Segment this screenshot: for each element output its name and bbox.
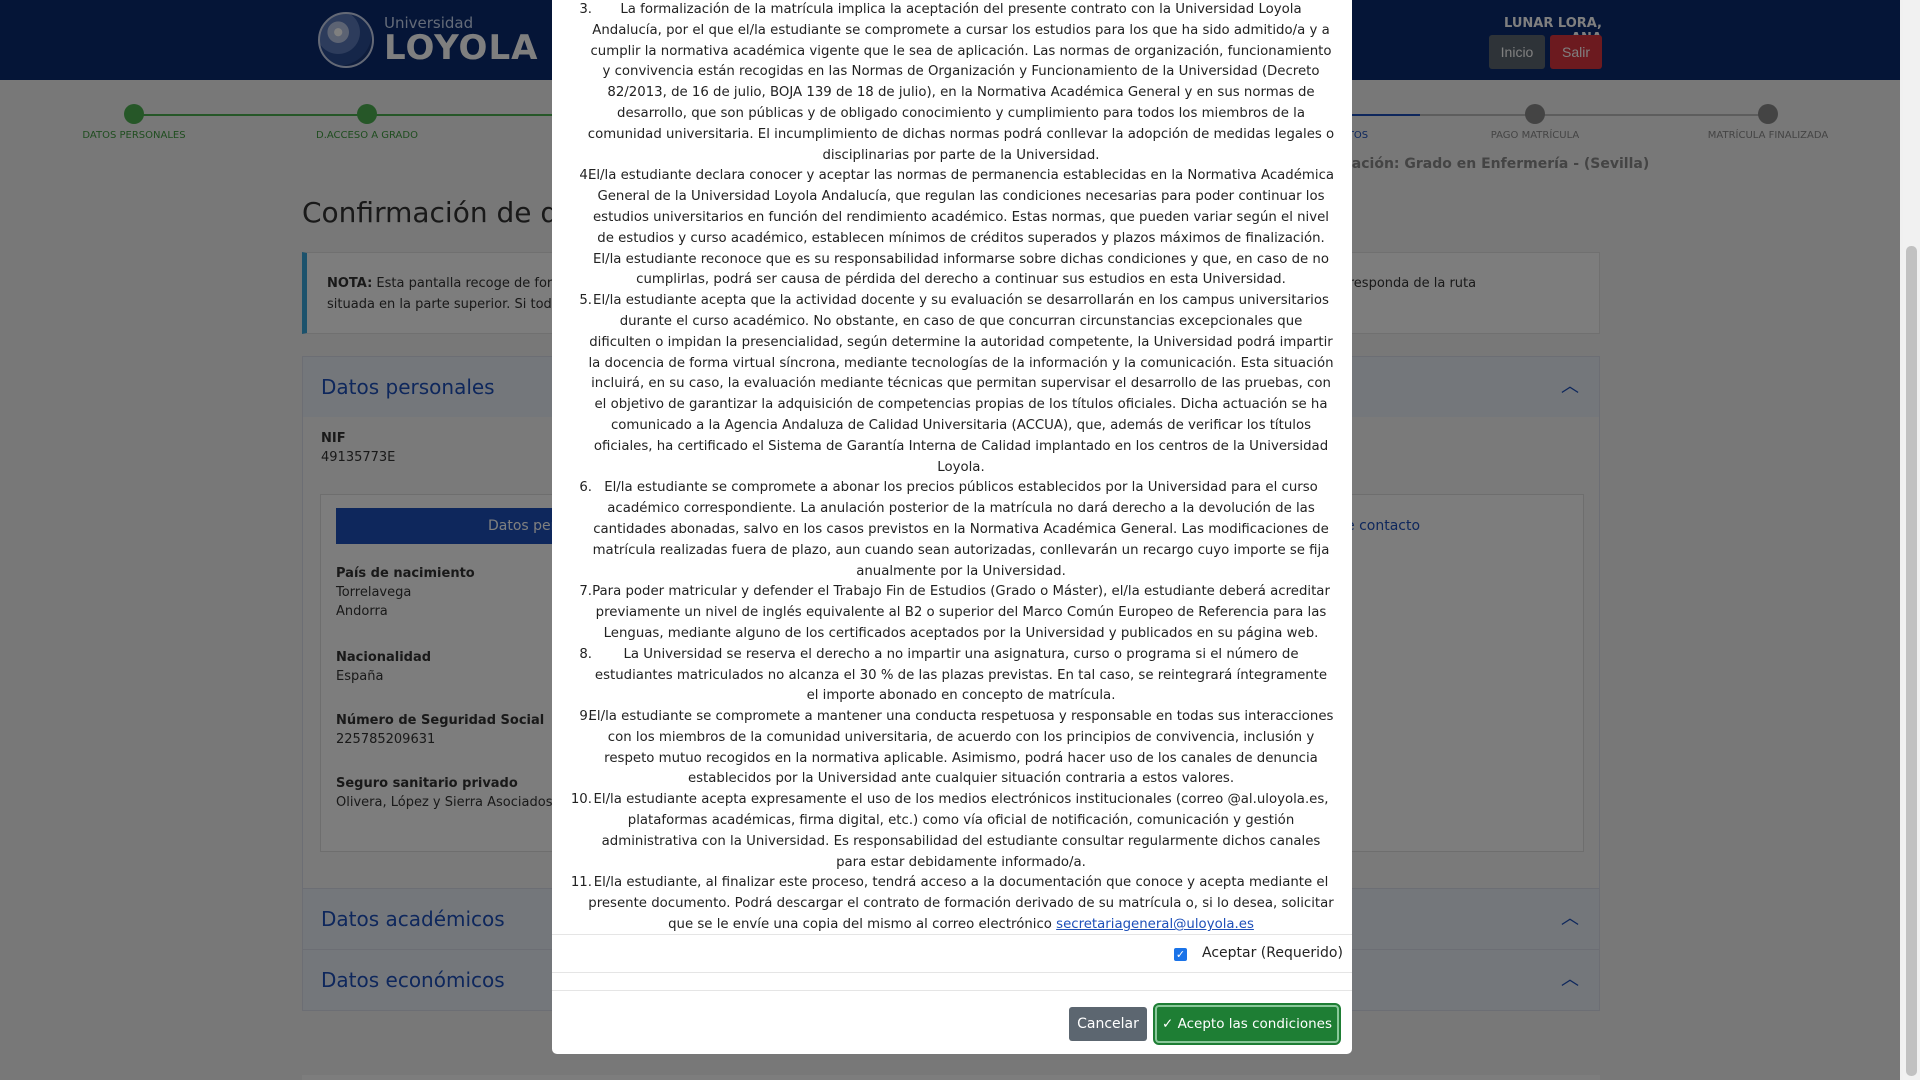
terms-item-text: El/la estudiante acepta que la actividad…	[588, 293, 1334, 475]
terms-item-text: El/la estudiante declara conocer y acept…	[587, 168, 1335, 288]
check-icon: ✓	[1162, 1016, 1174, 1032]
modal-footer: Cancelar ✓ Acepto las condiciones	[552, 990, 1352, 1054]
terms-item: 8. La Universidad se reserva el derecho a…	[552, 645, 1335, 707]
terms-item: 3. La formalización de la matrícula impli…	[552, 0, 1335, 166]
terms-item-text: Para poder matricular y defender el Trab…	[592, 584, 1330, 641]
terms-item-number: 8.	[579, 646, 592, 662]
email-link[interactable]: secretariageneral@uloyola.es	[1056, 917, 1254, 932]
terms-item: 9. El/la estudiante se compromete a mante…	[552, 707, 1335, 790]
terms-item-number: 5.	[579, 293, 592, 309]
terms-item: 10. El/la estudiante acepta expresamente …	[552, 790, 1335, 873]
terms-item-text: El/la estudiante se compromete a abonar …	[592, 480, 1330, 579]
terms-item-number: 6.	[579, 480, 592, 496]
page-scrollbar-thumb[interactable]	[1906, 246, 1917, 1076]
accept-label[interactable]: Aceptar (Requerido)	[1202, 945, 1343, 961]
terms-list: 3. La formalización de la matrícula impli…	[552, 0, 1352, 934]
terms-item-number: 7.	[579, 584, 592, 600]
terms-item: 6. El/la estudiante se compromete a abona…	[552, 478, 1335, 582]
accept-row: ✓ Aceptar (Requerido)	[552, 935, 1352, 973]
terms-item-number: 3.	[579, 2, 592, 17]
cancel-button[interactable]: Cancelar	[1069, 1007, 1147, 1041]
terms-item: 7. Para poder matricular y defender el Tr…	[552, 582, 1335, 644]
terms-item: 4. El/la estudiante declara conocer y ace…	[552, 166, 1335, 291]
terms-item-text: El/la estudiante se compromete a mantene…	[588, 709, 1334, 787]
terms-item-text: La Universidad se reserva el derecho a n…	[594, 646, 1328, 704]
terms-item-number: 9.	[579, 709, 592, 725]
terms-item: 5. El/la estudiante acepta que la activid…	[552, 291, 1335, 478]
terms-item-text: El/la estudiante acepta expresamente el …	[593, 792, 1329, 870]
accept-button-label: Acepto las condiciones	[1177, 1016, 1332, 1032]
terms-modal: 3. La formalización de la matrícula impli…	[552, 0, 1352, 1054]
terms-item: 11. El/la estudiante, al finalizar este p…	[552, 873, 1335, 934]
terms-item-number: 4.	[579, 168, 592, 184]
terms-scroll-area[interactable]: 3. La formalización de la matrícula impli…	[552, 0, 1352, 935]
accept-conditions-button[interactable]: ✓ Acepto las condiciones	[1155, 1005, 1339, 1043]
accept-checkbox[interactable]: ✓	[1174, 948, 1187, 961]
terms-item-number: 10.	[570, 792, 592, 808]
terms-item-text: La formalización de la matrícula implica…	[587, 2, 1335, 163]
terms-item-number: 11.	[570, 875, 592, 891]
